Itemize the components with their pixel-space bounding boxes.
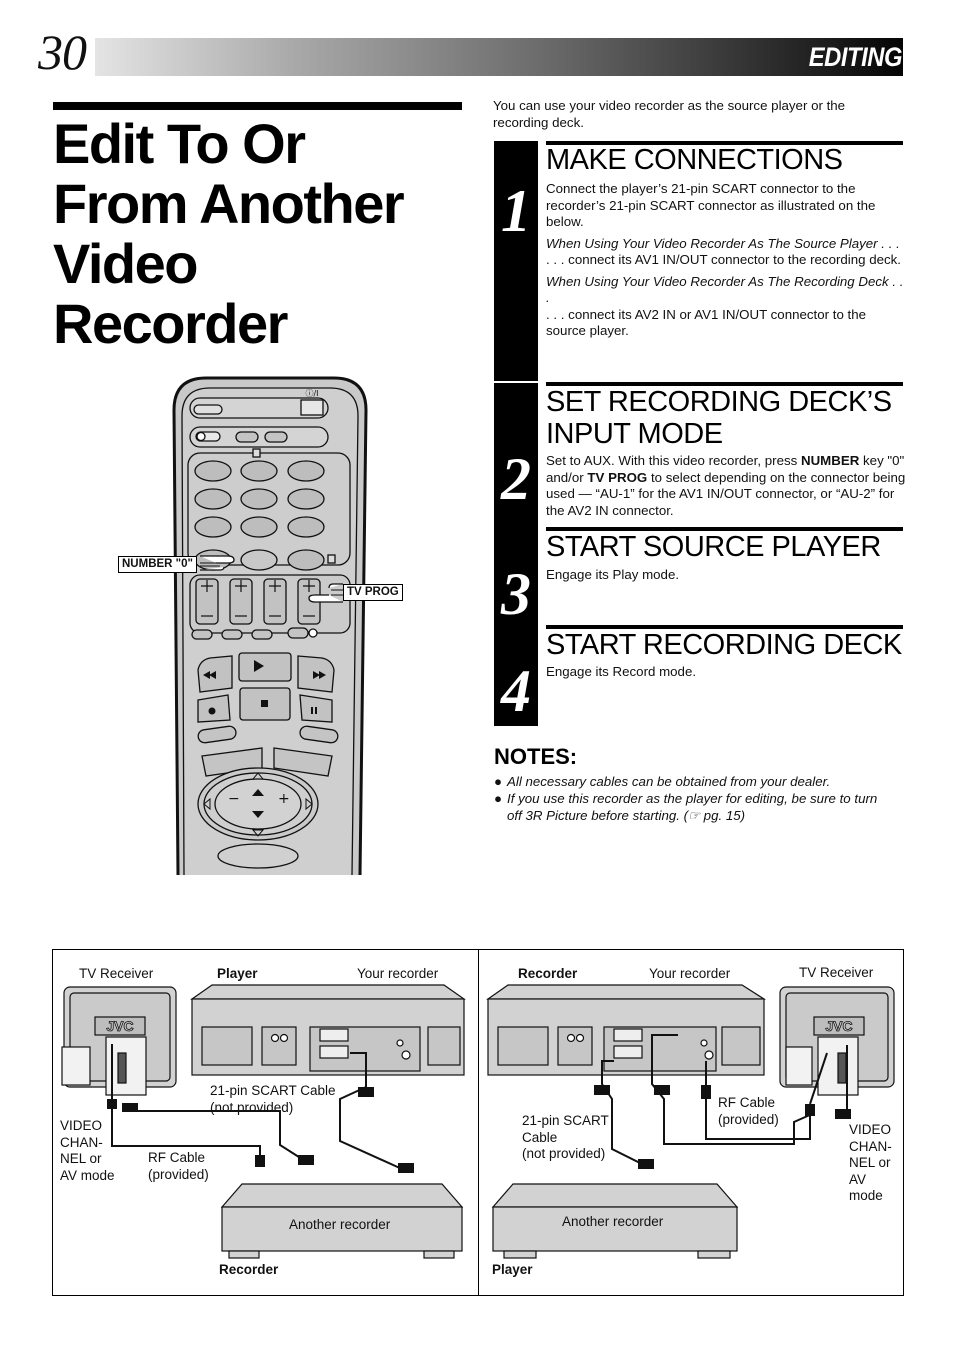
step-2-bar: 2 [494,383,538,528]
recorder-role-label: Recorder [219,1262,279,1277]
video-channel-label: VIDEO CHAN- NEL or AV mode [60,1118,115,1184]
remote-control-svg: ⓘ/I − + [172,376,368,876]
bullet-icon: ● [494,774,503,789]
rf-cable-note: (provided) [718,1111,779,1127]
step-1-body: Connect the player’s 21-pin SCART connec… [546,181,906,345]
stop-icon [261,700,268,707]
step-3-body: Engage its Play mode. [546,567,680,582]
video-channel-line: AV mode [60,1167,115,1183]
pointing-hand-icon [308,583,343,603]
power-button [300,399,324,416]
your-recorder-label: Your recorder [357,966,439,981]
scart-av1 [613,1028,643,1042]
scart-cable-line: Cable [522,1129,558,1145]
video-channel-line: mode [849,1188,883,1203]
note-item: ● All necessary cables can be obtained f… [494,773,914,790]
intro-text: You can use your video recorder as the s… [493,98,846,130]
video-channel-line: CHAN- [849,1138,892,1154]
your-recorder-right [486,984,767,1076]
svg-text:−: − [228,791,240,807]
rf-cable-note: (provided) [148,1166,209,1182]
record-icon [208,707,216,715]
video-channel-line: AV [849,1171,867,1187]
page-number: 30 [38,24,87,80]
step-1-number: 1 [501,178,531,244]
note-item: ● If you use this recorder as the player… [494,790,914,824]
tv-brand-logo: JVC [106,1018,133,1034]
notes-heading: NOTES: [494,744,578,769]
another-recorder-label: Another recorder [289,1217,391,1232]
video-channel-label: VIDEO CHAN- NEL or AV mode [849,1122,892,1205]
tv-receiver-left [61,986,177,1096]
play-button [238,652,292,682]
video-channel-line: CHAN- [60,1134,103,1150]
note-text: If you use this recorder as the player f… [507,791,878,823]
number-0-key [240,549,278,571]
scart-cable-line: 21-pin SCART [522,1113,609,1128]
scart-cable-label: 21-pin SCART Cable (not provided) [522,1113,609,1163]
step-2-heading: SET RECORDING DECK’S INPUT MODE [546,386,892,450]
step-4-bar: 4 [494,625,538,726]
header-gradient-bar [95,38,903,76]
scart-cable-label: 21-pin SCART Cable (not provided) [210,1083,336,1116]
your-recorder-label: Your recorder [649,966,731,981]
tv-prog-label: TV PROG [587,469,648,485]
recorder-label: Recorder [518,966,578,981]
rf-cable-text: RF Cable [148,1150,206,1165]
step-4-number: 4 [501,658,531,724]
tv-receiver-label: TV Receiver [799,965,874,980]
step-1-bar: 1 [494,141,538,381]
pointing-hand-icon [200,555,235,571]
svg-text:+: + [278,791,290,807]
recording-deck-heading: When Using Your Video Recorder As The Re… [546,273,904,306]
player-role-label: Player [492,1262,533,1277]
step-1-heading: MAKE CONNECTIONS [546,144,843,176]
source-player-text: . . . connect its AV1 IN/OUT connector t… [546,252,902,267]
video-channel-line: VIDEO [60,1118,103,1133]
step-2-text: Set to AUX. With this video recorder, pr… [546,453,801,468]
step-1-text: Connect the player’s 21-pin SCART connec… [546,181,876,229]
step-4-heading: START RECORDING DECK [546,629,902,661]
title-line: From Another [53,172,405,235]
tv-brand-logo: JVC [825,1018,852,1034]
scart-av2 [319,1045,349,1059]
video-channel-line: NEL or [849,1155,891,1170]
recording-deck-text: . . . connect its AV2 IN or AV1 IN/OUT c… [546,306,867,339]
note-text: All necessary cables can be obtained fro… [507,774,831,789]
source-player-heading: When Using Your Video Recorder As The So… [546,235,900,251]
rf-cable-text: RF Cable [718,1095,776,1110]
step-2-body: Set to AUX. With this video recorder, pr… [546,453,906,519]
title-rule [53,102,462,110]
tv-receiver-label: TV Receiver [79,966,154,981]
power-label: ⓘ/I [305,389,318,398]
tv-prog-callout: TV PROG [343,584,403,601]
player-label: Player [217,966,258,981]
scart-av2 [613,1045,643,1059]
scart-cable-note: (not provided) [210,1099,294,1115]
section-label: EDITING [808,42,903,72]
another-recorder-label: Another recorder [562,1214,664,1229]
step-4-body: Engage its Record mode. [546,664,697,679]
rf-cable-label: RF Cable (provided) [148,1150,209,1183]
rf-cable-label: RF Cable (provided) [718,1095,779,1128]
title-line: Recorder [53,292,288,355]
title-line: Video [53,232,198,295]
scart-cable-line: (not provided) [522,1146,606,1161]
number-key-label: NUMBER [800,453,860,468]
scart-av1 [319,1028,349,1042]
video-channel-line: VIDEO [849,1122,892,1137]
video-channel-line: NEL or [60,1151,102,1166]
scart-cable-text: 21-pin SCART Cable [210,1083,336,1098]
title-line: Edit To Or [53,112,306,175]
page-title: Edit To Or From Another Video Recorder [53,114,473,354]
step-3-heading: START SOURCE PLAYER [546,531,881,563]
number-0-callout: NUMBER "0" [118,556,197,573]
bullet-icon: ● [494,791,503,806]
step-2-number: 2 [501,446,531,512]
remote-control-illustration: ⓘ/I − + [170,370,370,876]
tv-receiver-right [779,986,895,1096]
step-3-bar: 3 [494,528,538,625]
step-3-number: 3 [501,561,531,627]
your-recorder-left [190,984,466,1076]
